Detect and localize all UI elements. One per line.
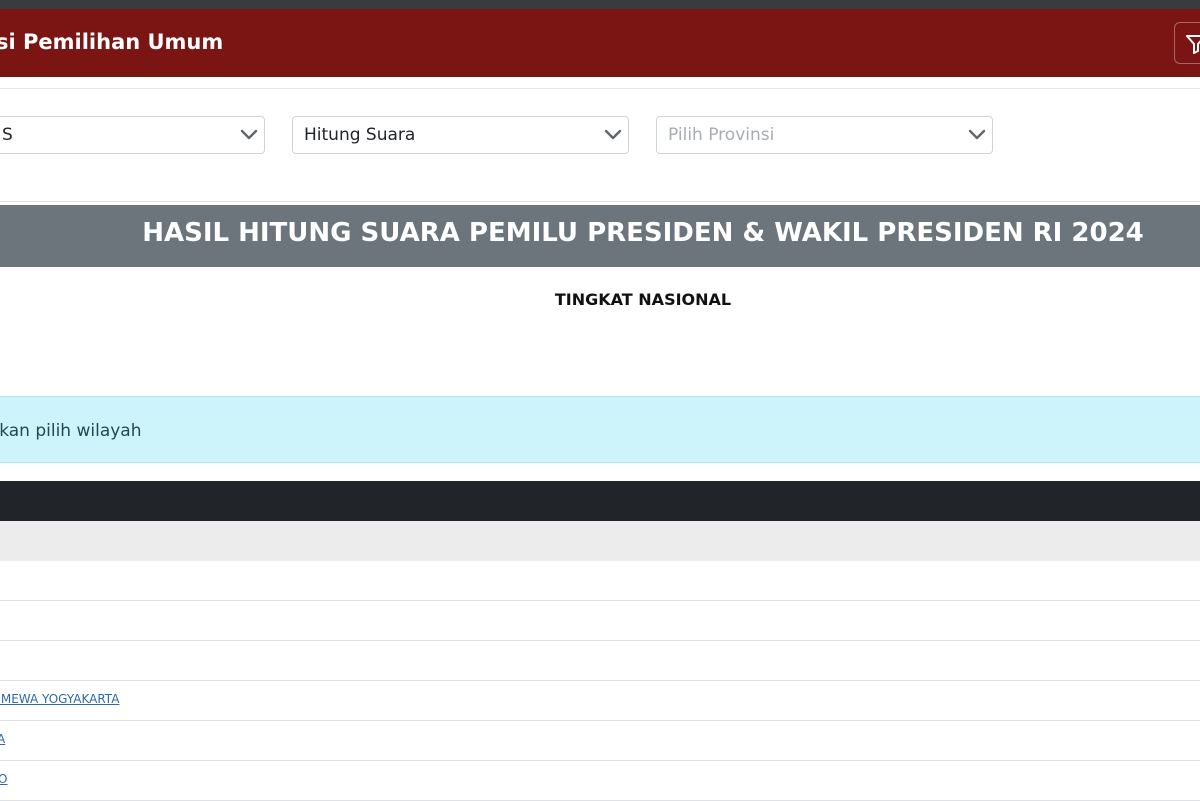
table-row [0,601,1200,641]
count-type-value: Hitung Suara [304,125,416,145]
table-header-dark [0,481,1200,521]
chevron-down-icon [240,129,258,140]
window-top-strip [0,0,1200,9]
province-placeholder: Pilih Provinsi [668,125,775,145]
chevron-down-icon [968,129,986,140]
alert-text: ahkan pilih wilayah [0,421,142,441]
app-title: si Pemilihan Umum [0,30,224,54]
region-link[interactable]: A [0,732,5,746]
table-header-light [0,521,1200,561]
table-row: A [0,721,1200,761]
chevron-down-icon [604,129,622,140]
province-select[interactable]: Pilih Provinsi [656,116,993,154]
filter-toggle-button[interactable] [1174,22,1200,64]
election-type-value: S [2,125,13,145]
filter-bar: S Hitung Suara Pilih Provinsi [0,88,1200,202]
results-title: HASIL HITUNG SUARA PEMILU PRESIDEN & WAK… [142,218,1144,248]
level-title: TINGKAT NASIONAL [554,290,732,309]
results-banner: HASIL HITUNG SUARA PEMILU PRESIDEN & WAK… [0,205,1200,267]
region-link[interactable]: TIMEWA YOGYAKARTA [0,692,119,706]
election-type-select[interactable]: S [0,116,265,154]
table-row: O [0,761,1200,801]
region-link[interactable]: O [0,772,7,786]
count-type-select[interactable]: Hitung Suara [292,116,629,154]
table-row [0,561,1200,601]
navbar: si Pemilihan Umum [0,9,1200,77]
info-alert: ahkan pilih wilayah [0,396,1200,463]
table-row: TIMEWA YOGYAKARTA [0,681,1200,721]
filter-icon [1186,35,1200,54]
table-row [0,641,1200,681]
